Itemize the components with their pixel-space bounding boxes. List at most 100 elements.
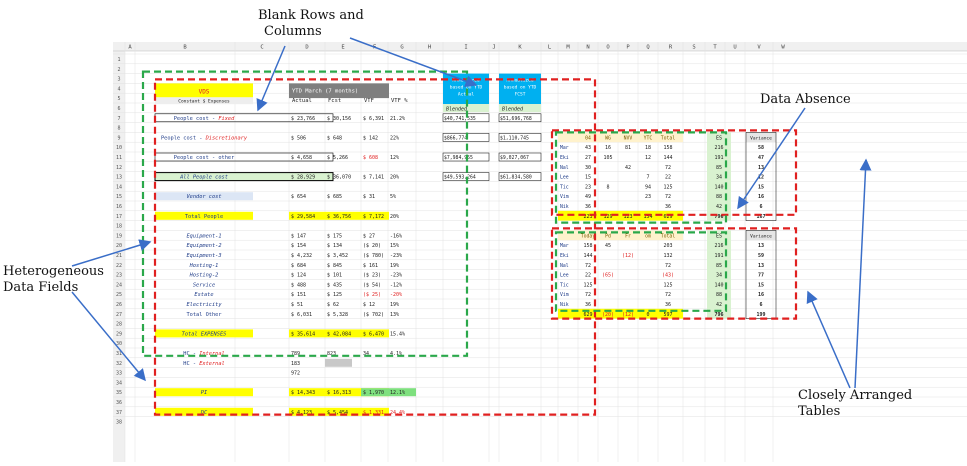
row-header: 4 <box>117 86 120 92</box>
row-label: Equipment-3 <box>186 253 221 259</box>
table-cell: 105 <box>603 155 612 161</box>
table-cell: 72 <box>585 292 591 298</box>
row-label: HC - External <box>183 361 224 367</box>
cell-fcst: $ 435 <box>327 282 342 288</box>
table-cell: 23 <box>585 184 591 190</box>
total-cell: (12) <box>622 312 634 318</box>
row-header: 31 <box>116 351 122 357</box>
column-title: Fcst <box>328 98 341 104</box>
table-cell: 15 <box>585 175 591 181</box>
cell-actual: $ 51 <box>291 302 303 308</box>
green-dashed-region <box>554 131 728 224</box>
cell-fcst: $ 3,452 <box>327 253 348 259</box>
table-header: om <box>645 234 651 239</box>
cell-vtf-pct: -12% <box>390 282 402 288</box>
row-name: Nal <box>560 165 569 171</box>
es-cell: 42 <box>716 302 722 308</box>
cell-vtf-pct: 22% <box>390 135 399 141</box>
annualized-text: based on YTD <box>504 85 537 91</box>
cell-vtf: ($ 702) <box>363 312 384 318</box>
table-cell: 144 <box>663 155 672 161</box>
es-header: ES <box>716 135 722 141</box>
table-cell: (12) <box>622 253 634 259</box>
cell-vtf-pct: 19% <box>390 302 399 308</box>
annotation-closely-arranged: Closely Arranged Tables <box>798 388 912 420</box>
row-label: Estate <box>194 292 213 298</box>
cell-vtf: $ 161 <box>363 263 378 269</box>
es-header: ES <box>716 233 722 239</box>
row-header: 10 <box>116 145 122 151</box>
table-cell: 158 <box>663 145 672 151</box>
cell-vtf-pct: -16% <box>390 233 402 239</box>
table-cell: 72 <box>665 263 671 269</box>
table-cell: 72 <box>665 165 671 171</box>
annotation-line: Blank Rows and <box>258 8 364 23</box>
cell-fcst: $ 16,313 <box>327 390 351 396</box>
variance-cell: 199 <box>756 312 765 318</box>
table-header: Fr <box>625 233 631 239</box>
column-header: H <box>428 45 431 51</box>
row-header: 23 <box>116 273 122 279</box>
table-cell: 22 <box>665 175 671 181</box>
es-cell: 191 <box>714 253 723 259</box>
table-cell: 7 <box>646 175 649 181</box>
highlight-row <box>325 358 352 367</box>
es-total: 796 <box>714 312 723 318</box>
row-name: Vim <box>560 292 569 298</box>
cell-fcst: $ 62 <box>327 302 339 308</box>
cell-actual: $ 23,766 <box>291 116 315 122</box>
total-cell: 597 <box>663 312 672 318</box>
column-header: U <box>733 45 736 51</box>
cell-annualized-actual: $40,741,535 <box>444 116 476 122</box>
cell-actual: $ 488 <box>291 282 306 288</box>
cell-actual: $ 124 <box>291 273 306 279</box>
es-cell: 216 <box>714 243 723 249</box>
row-name: Mar <box>560 243 569 249</box>
column-header: C <box>260 45 263 51</box>
row-name: Mar <box>560 145 569 151</box>
total-cell: 629 <box>583 312 592 318</box>
cell-vtf-pct: 21.2% <box>390 116 405 122</box>
table-cell: (65) <box>602 273 614 279</box>
row-name: Nik <box>560 302 569 308</box>
es-cell: 88 <box>716 292 722 298</box>
es-cell: 34 <box>716 273 722 279</box>
variance-header: Variance <box>750 233 772 239</box>
cell-fcst: $ 685 <box>327 194 342 200</box>
variance-cell: 12 <box>758 175 764 181</box>
vds-title: VDS <box>199 88 210 95</box>
table-header: WG <box>605 135 611 141</box>
cell-vtf: $ 27 <box>363 233 375 239</box>
column-header: O <box>606 45 609 51</box>
cell-vtf: ($ 54) <box>363 282 381 288</box>
row-label: People cost - Discretionary <box>161 135 248 141</box>
column-title: VTF <box>364 98 374 104</box>
cell-vtf: $ 7,141 <box>363 175 384 181</box>
cell-fcst: $ 101 <box>327 273 342 279</box>
table-cell: 125 <box>663 184 672 190</box>
table-cell: 43 <box>585 145 591 151</box>
variance-cell: 59 <box>758 253 764 259</box>
cell-vtf: $ 608 <box>363 155 378 161</box>
row-header: 38 <box>116 420 122 426</box>
variance-cell: 16 <box>758 292 764 298</box>
constant-label: Constant $ Expenses <box>178 99 230 105</box>
table-cell: 42 <box>625 165 631 171</box>
row-label: Total People <box>185 214 223 220</box>
row-header: 17 <box>116 214 122 220</box>
column-title: VTF % <box>391 98 408 104</box>
variance-cell: 15 <box>758 282 764 288</box>
variance-cell: 6 <box>759 204 762 210</box>
cell-fcst: $ 5,266 <box>327 155 348 161</box>
table-cell: 27 <box>585 155 591 161</box>
row-header: 30 <box>116 341 122 347</box>
cell-fcst: $ 36,756 <box>327 214 351 220</box>
variance-cell: 6 <box>759 302 762 308</box>
variance-cell: 58 <box>758 145 764 151</box>
row-header: 13 <box>116 175 122 181</box>
cell-vtf: $ 31 <box>363 194 375 200</box>
es-cell: 140 <box>714 184 723 190</box>
column-header: G <box>400 45 403 51</box>
row-header: 37 <box>116 410 122 416</box>
row-label: Total Other <box>186 312 221 318</box>
